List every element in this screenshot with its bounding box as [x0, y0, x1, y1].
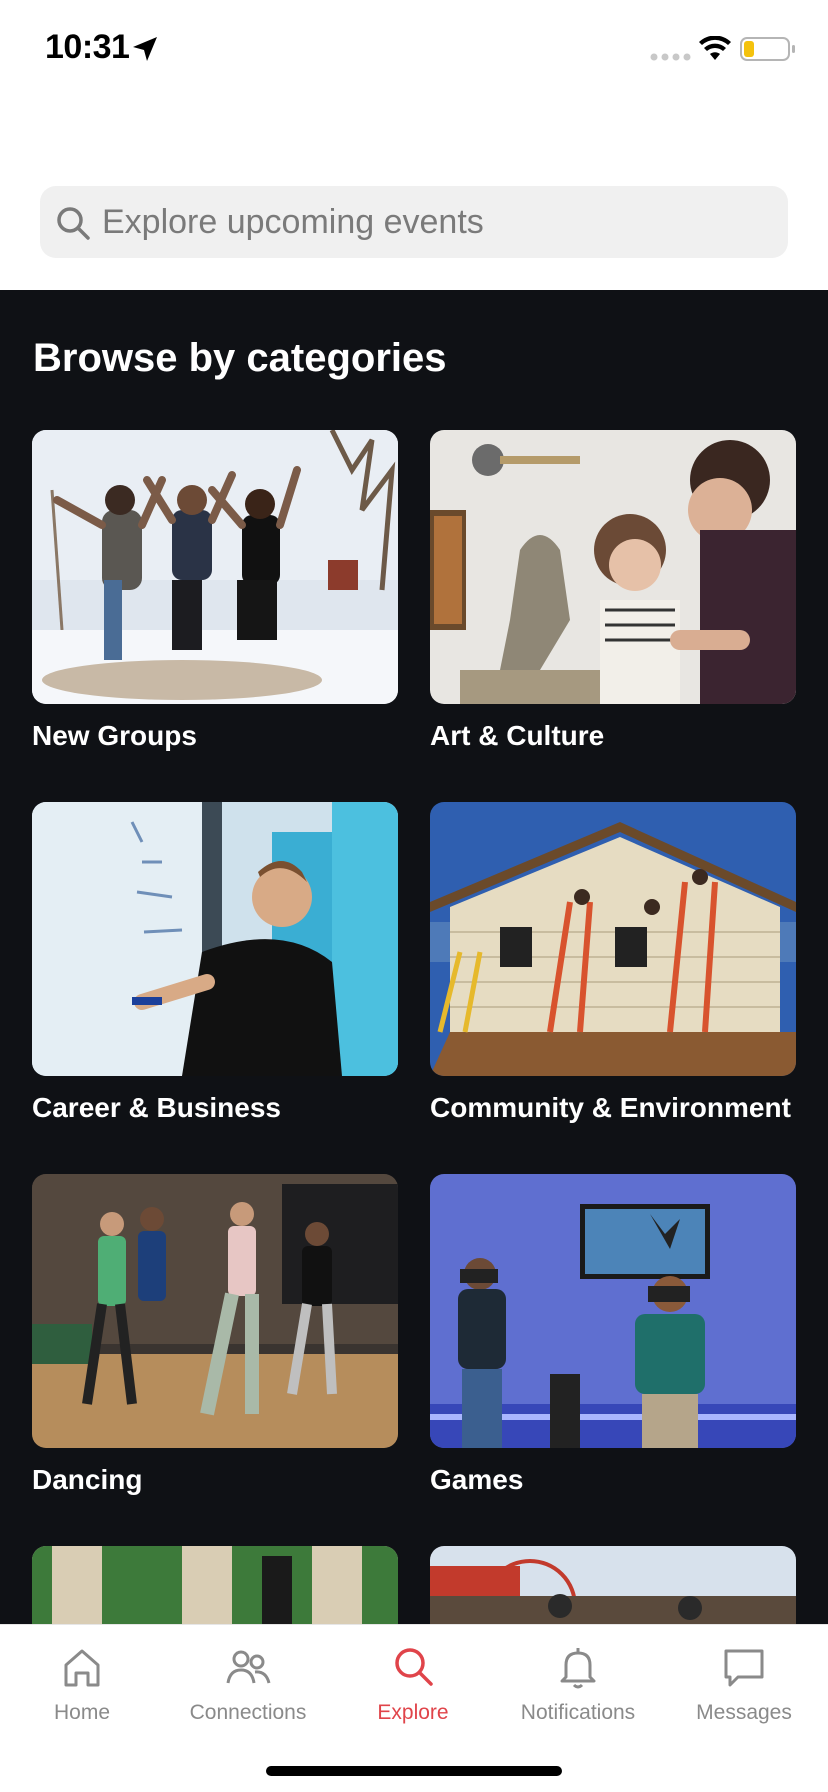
category-photo — [32, 802, 398, 1076]
category-card-community-environment[interactable]: Community & Environment — [430, 802, 796, 1124]
category-photo — [430, 430, 796, 704]
search-icon — [57, 207, 90, 240]
category-photo — [32, 430, 398, 704]
category-card-partial[interactable] — [430, 1546, 796, 1624]
boardwalk-ferris-wheel-photo — [430, 1546, 796, 1624]
status-time: 10:31 — [45, 28, 130, 66]
chat-bubble-icon — [724, 1649, 764, 1687]
category-label: Career & Business — [32, 1092, 282, 1123]
search-bar[interactable] — [40, 186, 788, 258]
category-card-games[interactable]: Games — [430, 1174, 796, 1496]
vr-gaming-photo — [430, 1174, 796, 1448]
battery-icon — [740, 37, 795, 61]
category-card-new-groups[interactable]: New Groups — [32, 430, 398, 752]
tab-connections[interactable]: Connections — [168, 1643, 328, 1743]
category-photo — [430, 802, 796, 1076]
columns-and-trees-photo — [32, 1546, 398, 1624]
category-label: Community & Environment — [430, 1092, 791, 1123]
header-area: 10:31 — [0, 0, 828, 290]
category-photo — [430, 1546, 796, 1624]
home-indicator — [266, 1766, 562, 1776]
category-card-career-business[interactable]: Career & Business — [32, 802, 398, 1124]
people-icon — [226, 1650, 271, 1684]
tab-label: Messages — [696, 1701, 792, 1724]
cellular-signal-icon — [650, 53, 691, 61]
house-icon — [64, 1649, 100, 1687]
category-label: New Groups — [32, 720, 197, 751]
search-icon — [395, 1648, 433, 1686]
tab-notifications[interactable]: Notifications — [498, 1643, 658, 1743]
tab-label: Notifications — [520, 1701, 636, 1724]
location-arrow-icon — [133, 37, 157, 61]
tab-label: Connections — [189, 1701, 307, 1724]
category-label: Games — [430, 1464, 524, 1495]
category-label: Dancing — [32, 1464, 143, 1495]
section-title: Browse by categories — [33, 336, 447, 380]
category-photo — [430, 1174, 796, 1448]
tab-explore[interactable]: Explore — [333, 1643, 493, 1743]
search-input[interactable] — [102, 186, 772, 258]
category-label: Art & Culture — [430, 720, 605, 751]
category-photo — [32, 1174, 398, 1448]
dance-studio-photo — [32, 1174, 398, 1448]
tab-label: Home — [53, 1701, 111, 1724]
tab-messages[interactable]: Messages — [664, 1643, 824, 1743]
friends-jumping-in-snow-photo — [32, 430, 398, 704]
sculpting-class-photo — [430, 430, 796, 704]
category-card-art-culture[interactable]: Art & Culture — [430, 430, 796, 752]
bell-icon — [560, 1648, 596, 1689]
tab-home[interactable]: Home — [2, 1643, 162, 1743]
category-photo — [32, 1546, 398, 1624]
wifi-icon — [699, 36, 731, 60]
tab-label: Explore — [377, 1701, 449, 1724]
painting-a-house-photo — [430, 802, 796, 1076]
status-bar: 10:31 — [0, 0, 828, 100]
whiteboard-presenter-photo — [32, 802, 398, 1076]
category-card-partial[interactable] — [32, 1546, 398, 1624]
category-card-dancing[interactable]: Dancing — [32, 1174, 398, 1496]
